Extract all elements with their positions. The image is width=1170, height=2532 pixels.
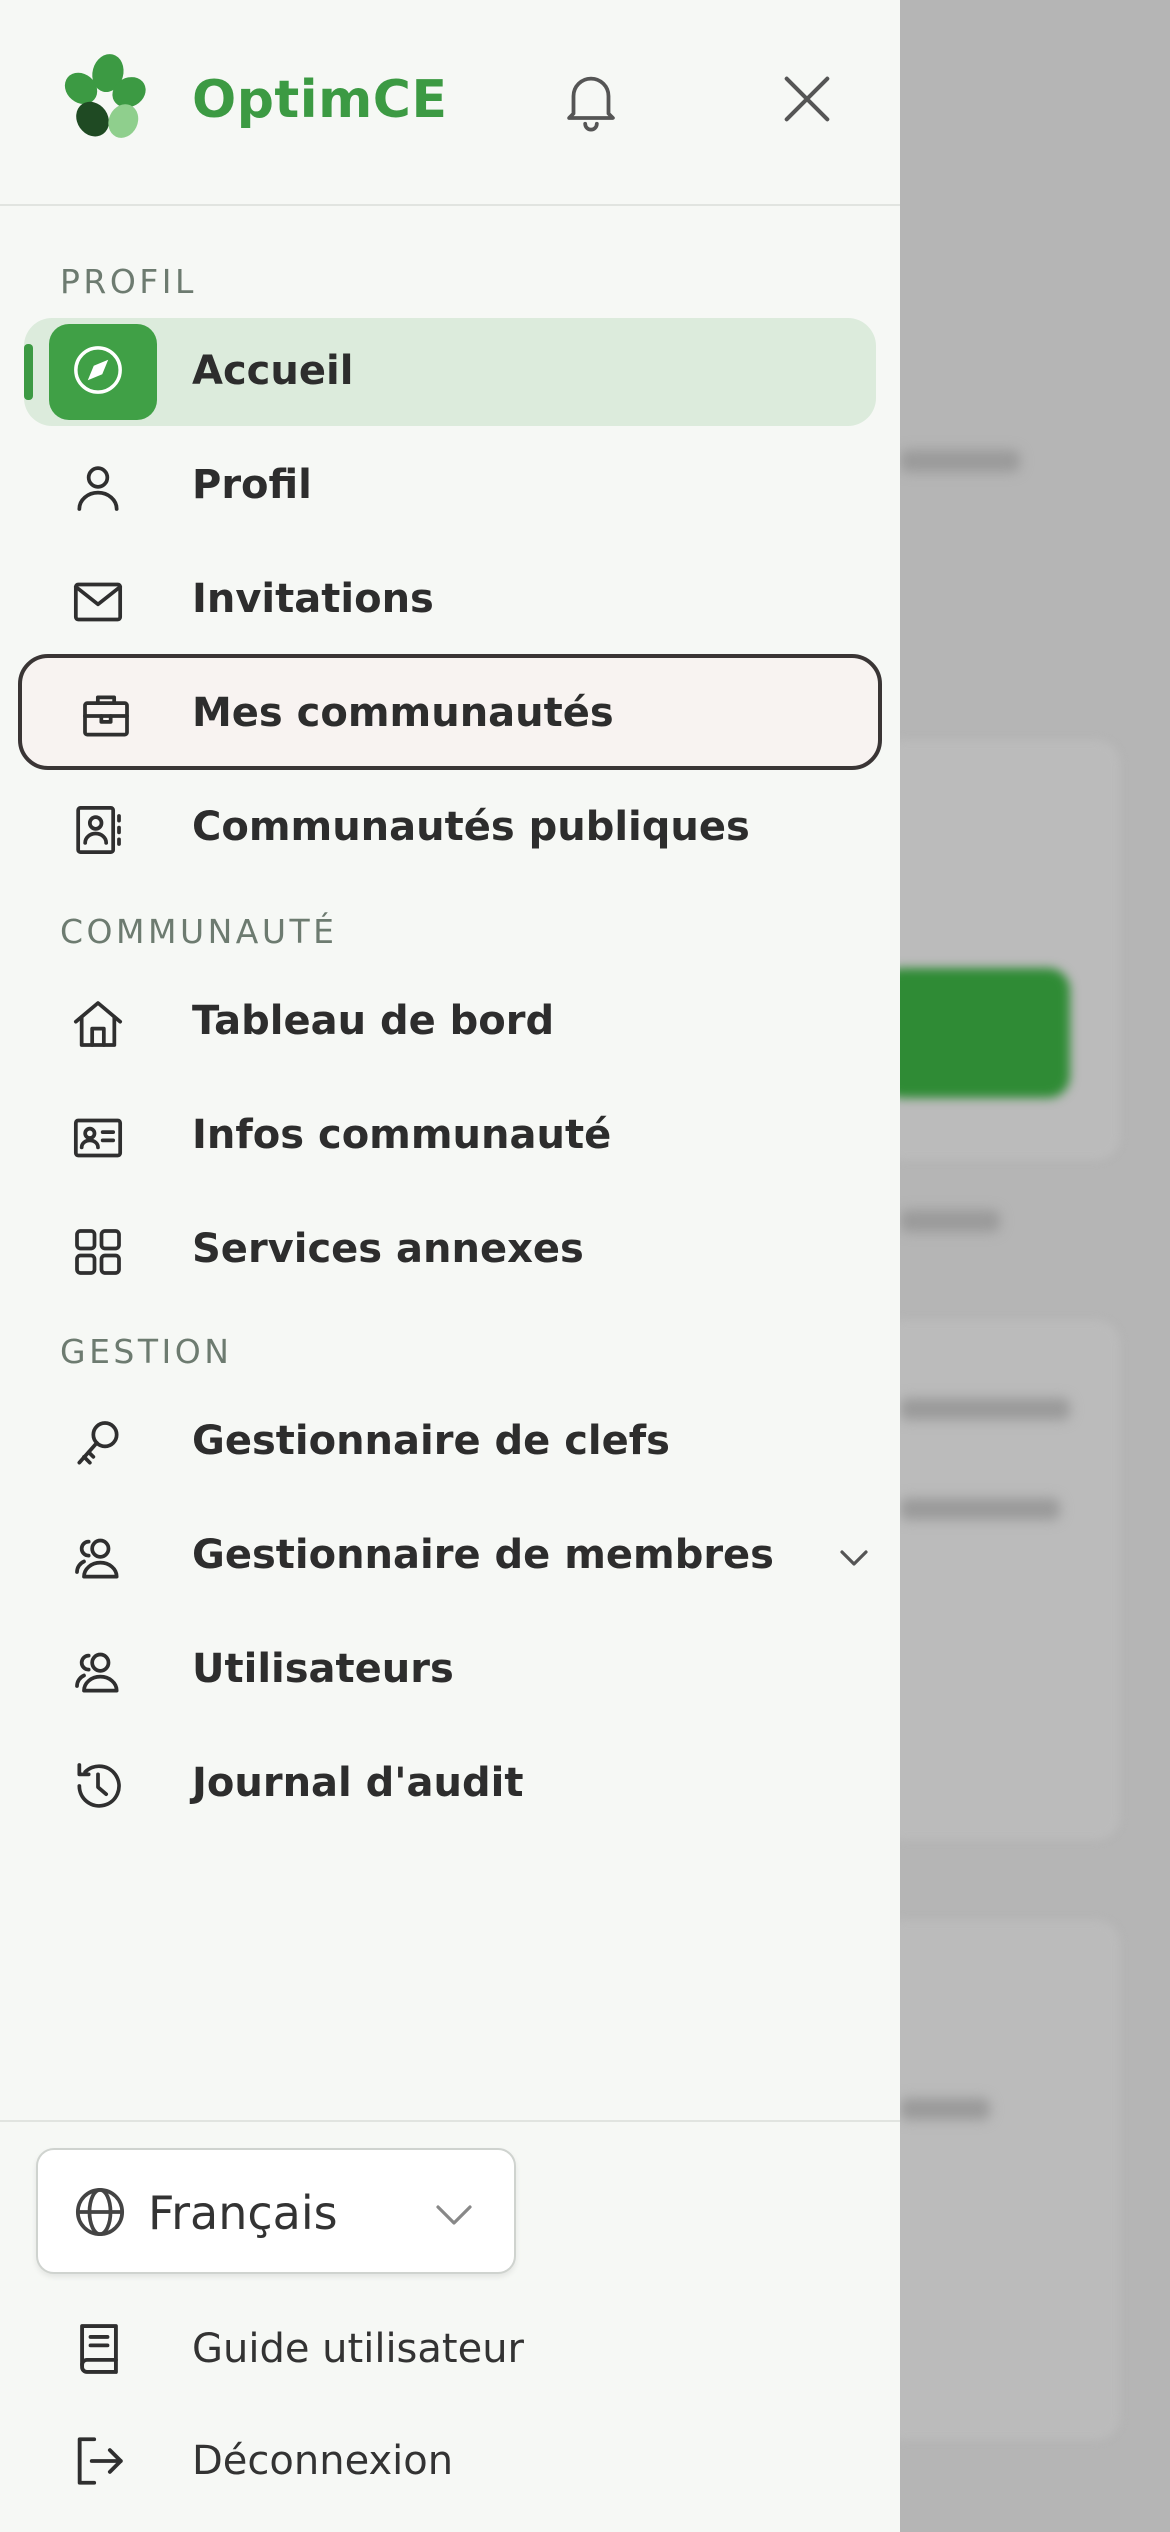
grid-icon xyxy=(70,1224,126,1280)
nav-item-infos-communaute[interactable]: Infos communauté xyxy=(24,1082,876,1190)
footer-divider xyxy=(0,2120,900,2122)
section-profil: PROFIL xyxy=(60,262,197,301)
drawer-header: OptimCE xyxy=(0,0,900,206)
contact-book-icon xyxy=(70,802,126,858)
nav-item-utilisateurs[interactable]: Utilisateurs xyxy=(24,1616,876,1724)
logout-button[interactable]: Déconnexion xyxy=(24,2410,876,2510)
chevron-down-icon xyxy=(436,2205,472,2225)
nav-label: Tableau de bord xyxy=(192,998,555,1044)
close-icon[interactable] xyxy=(778,70,836,128)
id-card-icon xyxy=(70,1110,126,1166)
nav-label: Journal d'audit xyxy=(192,1760,524,1806)
nav-item-gestionnaire-clefs[interactable]: Gestionnaire de clefs xyxy=(24,1388,876,1496)
guide-label: Guide utilisateur xyxy=(192,2326,524,2372)
optimce-logo-icon xyxy=(64,54,146,138)
history-icon xyxy=(70,1758,126,1814)
nav-label: Gestionnaire de membres xyxy=(192,1532,774,1578)
nav-label: Utilisateurs xyxy=(192,1646,454,1692)
globe-icon xyxy=(75,2187,125,2237)
section-gestion: GESTION xyxy=(60,1332,233,1371)
guide-utilisateur-link[interactable]: Guide utilisateur xyxy=(24,2298,876,2398)
nav-label: Services annexes xyxy=(192,1226,584,1272)
nav-label: Infos communauté xyxy=(192,1112,612,1158)
compass-icon xyxy=(70,342,126,398)
home-icon xyxy=(70,996,126,1052)
logout-label: Déconnexion xyxy=(192,2438,454,2484)
navigation-drawer: OptimCE PROFIL Accueil Profil Invitation… xyxy=(0,0,900,2532)
section-communaute: COMMUNAUTÉ xyxy=(60,912,338,951)
nav-item-services-annexes[interactable]: Services annexes xyxy=(24,1196,876,1304)
key-icon xyxy=(70,1416,126,1472)
chevron-down-icon[interactable] xyxy=(834,1538,874,1578)
mail-icon xyxy=(70,574,126,630)
nav-item-invitations[interactable]: Invitations xyxy=(24,546,876,654)
nav-item-accueil[interactable]: Accueil xyxy=(24,318,876,426)
nav-item-mes-communautes[interactable]: Mes communautés xyxy=(18,654,882,770)
nav-item-tableau-de-bord[interactable]: Tableau de bord xyxy=(24,968,876,1076)
nav-label: Invitations xyxy=(192,576,434,622)
users-icon xyxy=(70,1644,126,1700)
app-name: OptimCE xyxy=(192,70,448,130)
nav-label: Mes communautés xyxy=(192,690,614,736)
nav-label: Gestionnaire de clefs xyxy=(192,1418,670,1464)
nav-item-journal-audit[interactable]: Journal d'audit xyxy=(24,1730,876,1838)
logout-icon xyxy=(70,2432,128,2490)
language-value: Français xyxy=(148,2186,338,2240)
nav-item-gestionnaire-membres[interactable]: Gestionnaire de membres xyxy=(24,1502,876,1610)
language-select[interactable]: Français xyxy=(36,2148,516,2274)
book-icon xyxy=(70,2320,128,2378)
nav-item-profil[interactable]: Profil xyxy=(24,432,876,540)
users-icon xyxy=(70,1530,126,1586)
nav-item-communautes-publiques[interactable]: Communautés publiques xyxy=(24,774,876,882)
active-indicator xyxy=(24,344,33,400)
user-icon xyxy=(70,460,126,516)
nav-label: Communautés publiques xyxy=(192,804,750,850)
bell-icon[interactable] xyxy=(556,64,626,134)
nav-label: Accueil xyxy=(192,348,354,394)
nav-label: Profil xyxy=(192,462,312,508)
briefcase-icon xyxy=(78,688,134,744)
